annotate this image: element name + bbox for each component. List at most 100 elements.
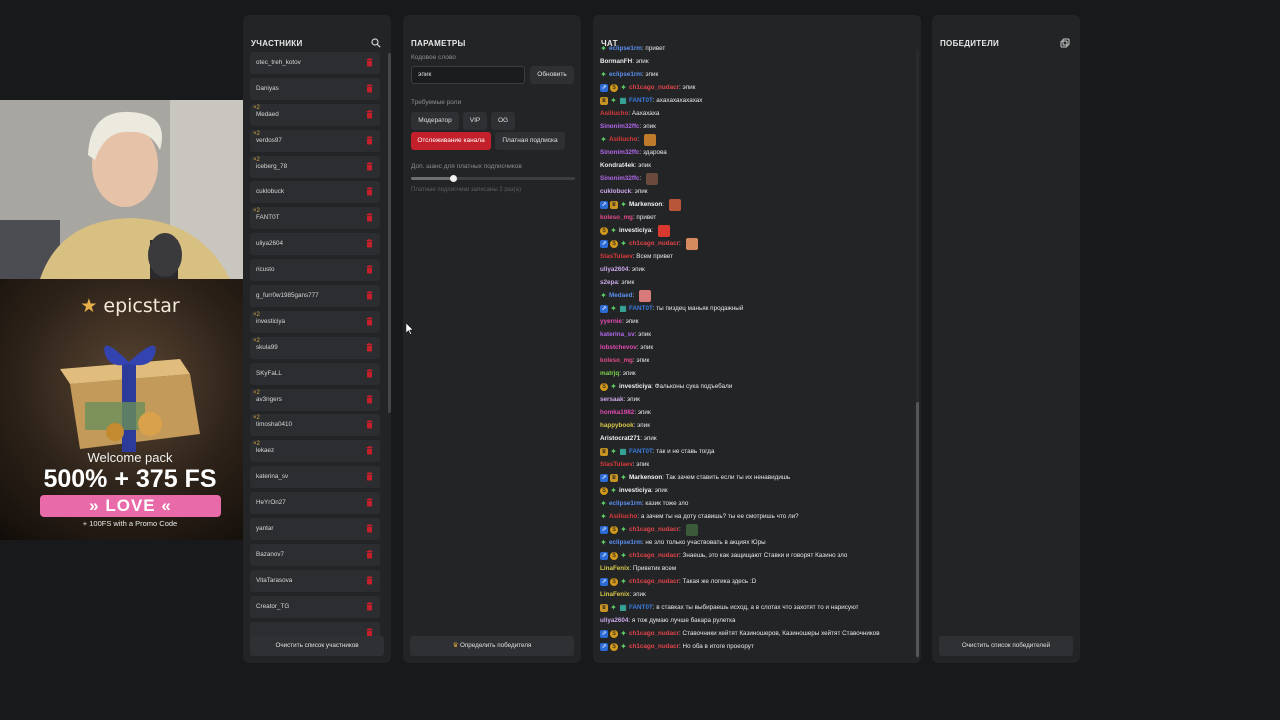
chat-username[interactable]: Asiliucho — [600, 107, 628, 120]
participant-row[interactable]: otec_treh_kotov — [250, 52, 380, 74]
chat-username[interactable]: FANT0T — [629, 94, 653, 107]
chat-username[interactable]: Markenson — [629, 198, 662, 211]
chat-username[interactable]: StasTulaev — [600, 458, 633, 471]
chat-username[interactable]: uliya2604 — [600, 614, 628, 627]
chat-username[interactable]: katerina_sv — [600, 328, 635, 341]
copy-icon[interactable] — [1060, 38, 1070, 48]
participant-row[interactable]: cuklobuck — [250, 181, 380, 204]
paid-sub-button[interactable]: Платная подписка — [495, 132, 565, 150]
chat-username[interactable]: LinaFenix — [600, 562, 629, 575]
participants-scrollbar[interactable] — [388, 53, 391, 413]
trash-icon[interactable] — [366, 109, 373, 119]
chat-username[interactable]: eclipse1rm — [609, 42, 642, 55]
chat-username[interactable]: investiciya — [619, 484, 651, 497]
trash-icon[interactable] — [366, 524, 373, 533]
chat-username[interactable]: Kondrat4ek — [600, 159, 635, 172]
participant-row[interactable]: Medaed ×2 — [250, 103, 380, 126]
participant-row[interactable]: Bazanov7 — [250, 543, 380, 566]
chance-slider[interactable] — [411, 175, 575, 182]
chat-username[interactable]: Markenson — [629, 471, 662, 484]
trash-icon[interactable] — [366, 187, 373, 196]
trash-icon[interactable] — [366, 601, 373, 611]
search-icon[interactable] — [371, 38, 381, 48]
clear-participants-button[interactable]: Очистить список участников — [250, 636, 384, 656]
chat-username[interactable]: sersaak — [600, 393, 623, 406]
role-moderator-button[interactable]: Модератор — [411, 112, 459, 130]
role-vip-button[interactable]: VIP — [463, 112, 487, 130]
chat-username[interactable]: eclipse1rm — [609, 536, 642, 549]
participant-row[interactable]: katerina_sv — [250, 466, 380, 489]
trash-icon[interactable] — [366, 420, 373, 429]
chat-username[interactable]: FANT0T — [629, 601, 653, 614]
trash-icon[interactable] — [366, 291, 373, 300]
trash-icon[interactable] — [366, 83, 373, 93]
role-og-button[interactable]: OG — [491, 112, 515, 130]
chat-username[interactable]: ch1cago_nudacr — [629, 575, 679, 588]
participant-row[interactable]: timosha0410 ×2 — [250, 414, 380, 437]
chat-username[interactable]: FANT0T — [629, 302, 653, 315]
chat-username[interactable]: Medaed — [609, 289, 632, 302]
chat-username[interactable]: ch1cago_nudacr — [629, 237, 679, 250]
keyword-input[interactable]: эпик — [411, 66, 525, 84]
participant-row[interactable]: FANT0T ×2 — [250, 207, 380, 230]
trash-icon[interactable] — [366, 265, 373, 274]
trash-icon[interactable] — [366, 368, 373, 378]
chat-username[interactable]: ch1cago_nudacr — [629, 640, 679, 653]
participant-row[interactable]: HeYrOn27 — [250, 492, 380, 515]
clear-winners-button[interactable]: Очистить список победителей — [939, 636, 1073, 656]
trash-icon[interactable] — [366, 239, 373, 248]
chat-username[interactable]: ch1cago_nudacr — [629, 523, 679, 536]
chat-username[interactable]: eclipse1rm — [609, 497, 642, 510]
chat-scrollbar[interactable] — [916, 49, 919, 659]
chat-username[interactable]: ch1cago_nudacr — [629, 549, 679, 562]
participant-row[interactable]: av3ngers ×2 — [250, 388, 380, 411]
trash-icon[interactable] — [366, 135, 373, 145]
participant-row[interactable]: uliya2604 — [250, 233, 380, 256]
chat-username[interactable]: Sinonim32ffc — [600, 146, 640, 159]
trash-icon[interactable] — [366, 394, 373, 404]
trash-icon[interactable] — [366, 498, 373, 507]
trash-icon[interactable] — [366, 213, 373, 222]
chat-username[interactable]: Asiliucho — [609, 510, 637, 523]
chat-username[interactable]: yyernie — [600, 315, 622, 328]
chat-username[interactable]: ch1cago_nudacr — [629, 627, 679, 640]
chat-username[interactable]: uliya2604 — [600, 263, 628, 276]
chat-username[interactable]: koleso_mg — [600, 354, 633, 367]
trash-icon[interactable] — [366, 161, 373, 171]
chat-username[interactable]: Asiliucho — [609, 133, 637, 146]
chat-username[interactable]: happybook — [600, 419, 634, 432]
trash-icon[interactable] — [366, 575, 373, 585]
chat-username[interactable]: Sinonim32ffc — [600, 172, 640, 185]
trash-icon[interactable] — [366, 549, 373, 559]
chat-username[interactable]: investiciya — [619, 224, 651, 237]
chat-username[interactable]: Aristocrat271 — [600, 432, 640, 445]
participant-row[interactable]: SKyFaLL — [250, 362, 380, 385]
trash-icon[interactable] — [366, 446, 373, 455]
chat-username[interactable]: Sinonim32ffc — [600, 120, 640, 133]
trash-icon[interactable] — [366, 472, 373, 481]
trash-icon[interactable] — [366, 58, 373, 67]
chat-username[interactable]: ch1cago_nudacr — [629, 81, 679, 94]
chat-username[interactable]: lobstchevov — [600, 341, 637, 354]
chat-username[interactable]: homka1982 — [600, 406, 634, 419]
chat-username[interactable]: investiciya — [619, 380, 651, 393]
chat-username[interactable]: matrjq — [600, 367, 619, 380]
chat-username[interactable]: StasTulaev — [600, 250, 633, 263]
update-button[interactable]: Обновить — [530, 66, 574, 84]
participant-row[interactable]: skula99 ×2 — [250, 336, 380, 359]
chat-username[interactable]: LinaFenix — [600, 588, 629, 601]
participant-row[interactable]: VitaTarasova — [250, 569, 380, 592]
participant-row[interactable]: verdos97 ×2 — [250, 129, 380, 152]
chat-scrollbar-thumb[interactable] — [916, 402, 919, 657]
participant-row[interactable]: Creator_TG — [250, 595, 380, 618]
chat-username[interactable]: koleso_mg — [600, 211, 633, 224]
participant-row[interactable]: yantar — [250, 518, 380, 541]
participant-row[interactable]: Daniyas — [250, 77, 380, 100]
chat-username[interactable]: cuklobuck — [600, 185, 631, 198]
trash-icon[interactable] — [366, 316, 373, 326]
participant-row[interactable]: ricusto — [250, 259, 380, 282]
trash-icon[interactable] — [366, 342, 373, 352]
chat-username[interactable]: eclipse1rm — [609, 68, 642, 81]
participant-row[interactable]: g_furr0w1985gans777 — [250, 285, 380, 308]
chat-username[interactable]: s2epa — [600, 276, 618, 289]
